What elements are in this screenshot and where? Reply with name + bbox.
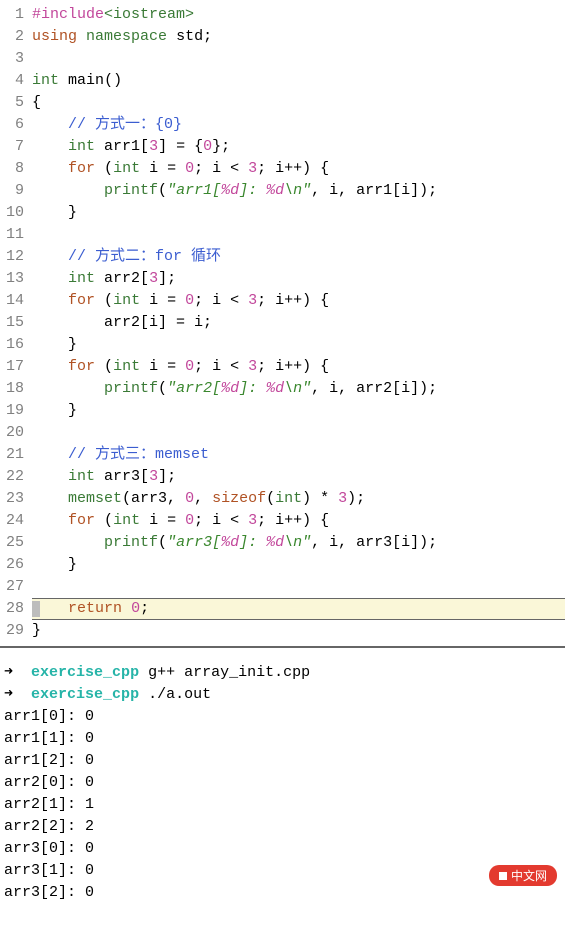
line-number: 25 xyxy=(0,532,32,554)
code-line: } xyxy=(32,620,565,642)
line-number: 24 xyxy=(0,510,32,532)
code-area: #include<iostream>using namespace std; in… xyxy=(32,4,565,642)
code-line: for (int i = 0; i < 3; i++) { xyxy=(32,510,565,532)
terminal-output-line: arr2[0]: 0 xyxy=(4,772,561,794)
code-line: printf("arr2[%d]: %d\n", i, arr2[i]); xyxy=(32,378,565,400)
code-line xyxy=(32,224,565,246)
code-line: // 方式二：for 循环 xyxy=(32,246,565,268)
code-line xyxy=(32,576,565,598)
line-number: 26 xyxy=(0,554,32,576)
line-number: 15 xyxy=(0,312,32,334)
line-number: 4 xyxy=(0,70,32,92)
line-number: 16 xyxy=(0,334,32,356)
line-number: 18 xyxy=(0,378,32,400)
terminal-output-line: arr2[1]: 1 xyxy=(4,794,561,816)
terminal-output: ➜ exercise_cpp g++ array_init.cpp➜ exerc… xyxy=(0,646,565,908)
code-line: printf("arr1[%d]: %d\n", i, arr1[i]); xyxy=(32,180,565,202)
code-editor: 1234567891011121314151617181920212223242… xyxy=(0,0,565,642)
line-number: 13 xyxy=(0,268,32,290)
code-line: printf("arr3[%d]: %d\n", i, arr3[i]); xyxy=(32,532,565,554)
line-number: 1 xyxy=(0,4,32,26)
code-line: for (int i = 0; i < 3; i++) { xyxy=(32,356,565,378)
line-number: 8 xyxy=(0,158,32,180)
code-line: } xyxy=(32,202,565,224)
terminal-output-line: arr1[0]: 0 xyxy=(4,706,561,728)
line-number: 27 xyxy=(0,576,32,598)
code-line: int arr3[3]; xyxy=(32,466,565,488)
watermark-text: 中文网 xyxy=(511,867,547,884)
terminal-output-line: arr1[1]: 0 xyxy=(4,728,561,750)
code-line: memset(arr3, 0, sizeof(int) * 3); xyxy=(32,488,565,510)
terminal-command: ➜ exercise_cpp ./a.out xyxy=(4,684,561,706)
line-number: 21 xyxy=(0,444,32,466)
line-number: 5 xyxy=(0,92,32,114)
line-number: 3 xyxy=(0,48,32,70)
code-line xyxy=(32,48,565,70)
terminal-output-line: arr3[1]: 0 xyxy=(4,860,561,882)
terminal-command: ➜ exercise_cpp g++ array_init.cpp xyxy=(4,662,561,684)
php-icon xyxy=(499,872,507,880)
line-number: 28 xyxy=(0,598,32,620)
line-number: 17 xyxy=(0,356,32,378)
line-number: 7 xyxy=(0,136,32,158)
line-number: 6 xyxy=(0,114,32,136)
code-line: } xyxy=(32,334,565,356)
line-number: 20 xyxy=(0,422,32,444)
terminal-output-line: arr3[2]: 0 xyxy=(4,882,561,904)
code-line xyxy=(32,422,565,444)
code-line: // 方式三：memset xyxy=(32,444,565,466)
code-line: for (int i = 0; i < 3; i++) { xyxy=(32,158,565,180)
code-line: using namespace std; xyxy=(32,26,565,48)
code-line: return 0; xyxy=(32,598,565,620)
line-number: 23 xyxy=(0,488,32,510)
terminal-output-line: arr1[2]: 0 xyxy=(4,750,561,772)
watermark-badge: 中文网 xyxy=(489,865,557,886)
line-number: 10 xyxy=(0,202,32,224)
line-number: 11 xyxy=(0,224,32,246)
terminal-output-line: arr2[2]: 2 xyxy=(4,816,561,838)
terminal-output-line: arr3[0]: 0 xyxy=(4,838,561,860)
line-number: 9 xyxy=(0,180,32,202)
code-line: #include<iostream> xyxy=(32,4,565,26)
code-line: { xyxy=(32,92,565,114)
line-number: 19 xyxy=(0,400,32,422)
code-line: } xyxy=(32,400,565,422)
line-number: 29 xyxy=(0,620,32,642)
line-number: 2 xyxy=(0,26,32,48)
code-line: int main() xyxy=(32,70,565,92)
code-line: int arr2[3]; xyxy=(32,268,565,290)
line-number: 22 xyxy=(0,466,32,488)
code-line: // 方式一：{0} xyxy=(32,114,565,136)
code-line: arr2[i] = i; xyxy=(32,312,565,334)
code-line: for (int i = 0; i < 3; i++) { xyxy=(32,290,565,312)
line-number-gutter: 1234567891011121314151617181920212223242… xyxy=(0,4,32,642)
line-number: 12 xyxy=(0,246,32,268)
code-line: } xyxy=(32,554,565,576)
code-line: int arr1[3] = {0}; xyxy=(32,136,565,158)
line-number: 14 xyxy=(0,290,32,312)
